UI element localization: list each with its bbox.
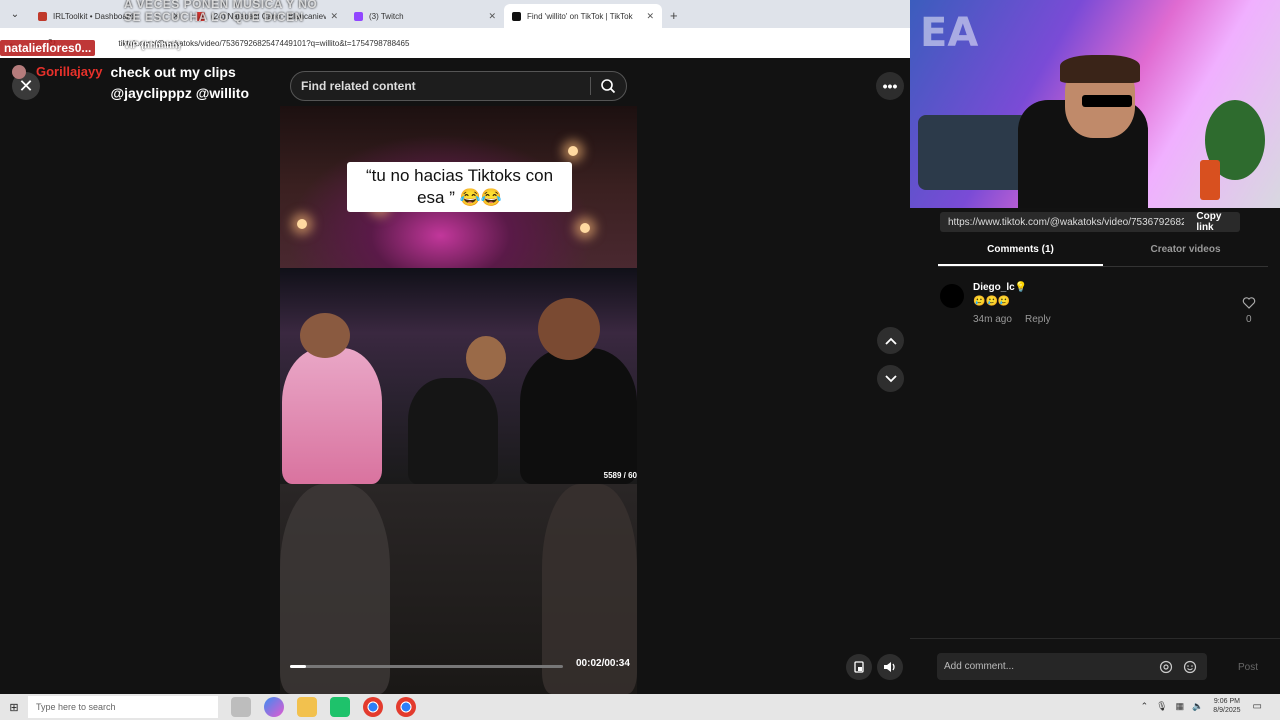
volume-button[interactable] bbox=[877, 654, 903, 680]
can bbox=[1200, 160, 1220, 200]
chrome-icon[interactable] bbox=[363, 697, 383, 717]
tab-twitch[interactable]: (3) Twitch ✕ bbox=[346, 4, 504, 28]
copy-link-button[interactable]: Copy link bbox=[1196, 211, 1240, 233]
tab-search-icon[interactable]: ⌄ bbox=[4, 3, 26, 25]
person-head bbox=[300, 313, 350, 358]
follower-banner: natalieflores0... bbox=[0, 40, 96, 56]
video-progress-fill bbox=[290, 665, 307, 668]
notification-icon[interactable]: ▭ bbox=[1253, 701, 1262, 712]
comment-placeholder[interactable]: Add comment... bbox=[944, 661, 1159, 672]
streamer-hair bbox=[1060, 55, 1140, 83]
comment-username[interactable]: Diego_lc💡 bbox=[973, 282, 1027, 293]
tab-title: (3) Twitch bbox=[369, 11, 404, 21]
app-green-icon[interactable] bbox=[330, 697, 350, 717]
stream-chat-message: Gorillajayy check out my clips @jayclipp… bbox=[12, 62, 270, 104]
sunglasses bbox=[1082, 95, 1132, 107]
search-bar[interactable]: Find related content bbox=[290, 71, 627, 101]
tab-creator-videos[interactable]: Creator videos bbox=[1103, 244, 1268, 266]
comment-composer: Add comment... Post bbox=[910, 638, 1280, 694]
stream-overlay-text: A VECES PONEN MUSICA Y NO SE ESCUCHA LO … bbox=[124, 0, 317, 24]
frame-counter: 5589 / 60 bbox=[603, 471, 637, 480]
comment-text: 🥲🥲🥲 bbox=[973, 296, 1011, 307]
vip-label: VIP {hhhhhh} bbox=[124, 40, 181, 50]
new-tab-button[interactable]: + bbox=[670, 8, 678, 23]
file-explorer-icon[interactable] bbox=[297, 697, 317, 717]
string-light bbox=[580, 223, 590, 233]
next-video-button[interactable] bbox=[877, 365, 904, 392]
webcam-equipment bbox=[918, 115, 1028, 190]
heart-icon[interactable] bbox=[1242, 296, 1256, 310]
windows-taskbar: ⊞ Type here to search ⌃ 🎙 ▦ 🔈 9:06 PM 8/… bbox=[0, 694, 1280, 720]
person-black-shirt-right bbox=[520, 348, 637, 484]
video-player[interactable]: “tu no hacias Tiktoks con esa ” 😂😂 5589 … bbox=[280, 106, 637, 694]
tab-close-icon[interactable]: ✕ bbox=[330, 11, 338, 22]
clock-time: 9:06 PM bbox=[1213, 698, 1240, 705]
string-light bbox=[568, 146, 578, 156]
search-divider bbox=[590, 77, 591, 95]
network-icon[interactable]: ▦ bbox=[1176, 701, 1185, 712]
tab-title: Find 'willito' on TikTok | TikTok bbox=[527, 11, 633, 21]
tab-close-icon[interactable]: ✕ bbox=[488, 11, 496, 22]
person-head bbox=[466, 336, 506, 380]
comments-panel: https://www.tiktok.com/@wakatoks/video/7… bbox=[910, 208, 1280, 694]
person-pink-jacket bbox=[282, 348, 382, 484]
search-icon[interactable] bbox=[600, 78, 616, 94]
video-frame-top: “tu no hacias Tiktoks con esa ” 😂😂 bbox=[280, 106, 637, 268]
comment-time: 34m ago bbox=[973, 314, 1012, 325]
chevron-down-icon bbox=[884, 374, 897, 382]
chevron-up-icon bbox=[884, 337, 897, 345]
speaker-icon[interactable]: 🔈 bbox=[1192, 701, 1203, 712]
tab-tiktok[interactable]: Find 'willito' on TikTok | TikTok ✕ bbox=[504, 4, 662, 28]
windows-start-icon[interactable]: ⊞ bbox=[0, 694, 28, 720]
more-options-button[interactable]: ••• bbox=[876, 72, 904, 100]
person-head bbox=[538, 298, 600, 360]
chat-username: Gorillajayy bbox=[36, 64, 103, 79]
stream-overlay-line: SE ESCUCHA LO QUE DICEN bbox=[124, 10, 304, 24]
tiktok-page: ✕ Find related content ••• “tu no hacias… bbox=[0, 58, 910, 694]
microphone-icon[interactable]: 🎙 bbox=[1156, 701, 1167, 712]
tab-comments[interactable]: Comments (1) bbox=[938, 244, 1103, 266]
video-progress-bar[interactable] bbox=[290, 665, 563, 668]
video-time: 00:02/00:34 bbox=[576, 658, 630, 669]
system-tray: ⌃ 🎙 ▦ 🔈 9:06 PM 8/9/2025 ▭ bbox=[1141, 697, 1262, 715]
chat-avatar bbox=[12, 65, 26, 79]
search-input[interactable]: Find related content bbox=[301, 79, 590, 93]
reply-button[interactable]: Reply bbox=[1025, 314, 1051, 325]
taskbar-search-text[interactable]: Type here to search bbox=[36, 702, 116, 712]
video-caption: “tu no hacias Tiktoks con esa ” 😂😂 bbox=[347, 162, 572, 212]
taskbar-search[interactable]: Type here to search bbox=[28, 696, 218, 718]
share-url[interactable]: https://www.tiktok.com/@wakatoks/video/7… bbox=[940, 217, 1184, 228]
chat-text: check out my clips @jayclipppz @willito bbox=[110, 64, 250, 101]
banner-letters: EA bbox=[920, 10, 979, 56]
chrome-icon[interactable] bbox=[396, 697, 416, 717]
previous-video-button[interactable] bbox=[877, 327, 904, 354]
person-black-shirt-center bbox=[408, 378, 498, 484]
irltoolkit-favicon-icon bbox=[38, 11, 47, 21]
share-link-bar: https://www.tiktok.com/@wakatoks/video/7… bbox=[940, 211, 1240, 233]
floating-player-button[interactable] bbox=[846, 654, 872, 680]
webcam-overlay: EA bbox=[910, 0, 1280, 208]
chevron-up-icon[interactable]: ⌃ bbox=[1141, 701, 1149, 712]
screen: ⌄ IRLToolkit • Dashboard ✕ (24) Natanael… bbox=[0, 0, 1280, 720]
like-count: 0 bbox=[1246, 314, 1252, 325]
tiktok-favicon-icon bbox=[512, 11, 521, 21]
task-view-icon[interactable] bbox=[231, 697, 251, 717]
video-frame-middle: 5589 / 60 bbox=[280, 268, 637, 484]
twitch-favicon-icon bbox=[354, 11, 363, 21]
blurred-figure bbox=[280, 484, 390, 694]
taskbar-clock[interactable]: 9:06 PM 8/9/2025 bbox=[1213, 697, 1240, 715]
copilot-icon[interactable] bbox=[264, 697, 284, 717]
comment-input[interactable]: Add comment... bbox=[937, 653, 1207, 680]
emoji-icon[interactable] bbox=[1183, 660, 1197, 674]
panel-tabs: Comments (1) Creator videos bbox=[938, 244, 1268, 267]
avatar[interactable] bbox=[940, 284, 964, 308]
mention-icon[interactable] bbox=[1159, 660, 1173, 674]
tab-close-icon[interactable]: ✕ bbox=[646, 11, 654, 22]
comment-item: Diego_lc💡 🥲🥲🥲 34m ago Reply 0 bbox=[940, 282, 1260, 332]
clock-date: 8/9/2025 bbox=[1213, 707, 1241, 714]
post-button[interactable]: Post bbox=[1238, 662, 1258, 673]
mini-player-icon bbox=[854, 661, 864, 673]
volume-icon bbox=[884, 662, 895, 672]
string-light bbox=[297, 219, 307, 229]
